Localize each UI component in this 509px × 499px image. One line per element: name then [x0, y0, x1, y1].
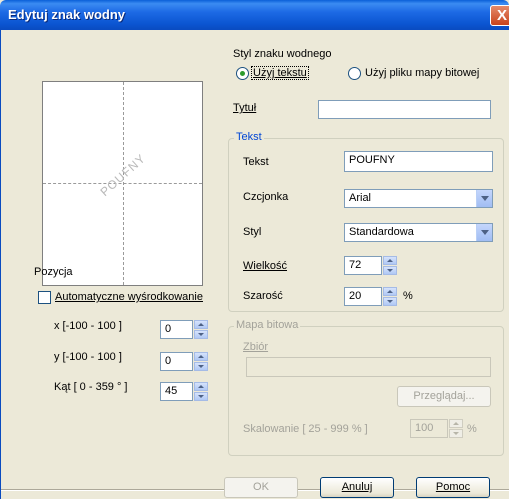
font-label: Czcjonka	[243, 191, 289, 203]
ok-button[interactable]: OK	[224, 477, 298, 498]
font-select-value: Arial	[349, 192, 372, 204]
use-bitmap-radio[interactable]	[348, 67, 361, 80]
gray-spin-down-icon[interactable]	[383, 297, 397, 306]
gray-label: Szarość	[243, 290, 283, 302]
title-bar[interactable]: Edytuj znak wodny X	[0, 0, 509, 30]
style-select[interactable]: Standardowa	[344, 223, 493, 242]
dialog-body: POUFNY Pozycja Automatyczne wyśrodkowani…	[0, 30, 509, 499]
scale-spin-down-icon[interactable]	[449, 429, 463, 438]
size-input[interactable]: 72	[344, 256, 382, 275]
browse-button[interactable]: Przeglądaj...	[397, 386, 491, 407]
style-dropdown-icon[interactable]	[476, 224, 492, 241]
scale-spinner[interactable]	[449, 419, 463, 438]
size-spinner[interactable]	[383, 256, 397, 275]
text-input[interactable]: POUFNY	[344, 151, 493, 172]
gray-spinner[interactable]	[383, 287, 397, 306]
angle-spinner[interactable]	[194, 382, 208, 401]
y-spin-up-icon[interactable]	[194, 352, 208, 361]
x-input[interactable]: 0	[160, 320, 193, 339]
help-button-label: Pomoc	[435, 481, 471, 493]
auto-center-label: Automatyczne wyśrodkowanie	[55, 291, 203, 303]
dialog-window: Edytuj znak wodny X POUFNY Pozycja Autom…	[0, 0, 509, 499]
x-spinner[interactable]	[194, 320, 208, 339]
bitmap-file-input[interactable]	[246, 357, 491, 377]
y-label: y [-100 - 100 ]	[54, 351, 122, 363]
style-label: Styl	[243, 226, 262, 238]
use-bitmap-label[interactable]: Użyj pliku mapy bitowej	[365, 67, 479, 79]
cancel-button-label: Anuluj	[341, 481, 373, 493]
text-label: Tekst	[243, 156, 269, 168]
window-title: Edytuj znak wodny	[8, 7, 126, 22]
y-input[interactable]: 0	[160, 352, 193, 371]
title-field-label: Tytuł	[233, 102, 257, 114]
watermark-preview: POUFNY	[42, 81, 203, 286]
scale-unit: %	[467, 423, 477, 435]
y-spinner[interactable]	[194, 352, 208, 371]
style-select-value: Standardowa	[349, 226, 414, 238]
cancel-button[interactable]: Anuluj	[320, 477, 394, 498]
angle-input[interactable]: 45	[160, 382, 193, 401]
size-spin-up-icon[interactable]	[383, 256, 397, 265]
angle-spin-down-icon[interactable]	[194, 392, 208, 401]
x-label: x [-100 - 100 ]	[54, 320, 122, 332]
x-spin-up-icon[interactable]	[194, 320, 208, 329]
angle-label: Kąt [ 0 - 359 ° ]	[54, 381, 128, 393]
style-heading: Styl znaku wodnego	[233, 48, 332, 60]
position-heading: Pozycja	[34, 266, 73, 278]
title-field-input[interactable]	[318, 100, 491, 119]
use-text-label[interactable]: Użyj tekstu	[251, 66, 309, 80]
close-button[interactable]: X	[490, 5, 509, 26]
scale-label: Skalowanie [ 25 - 999 % ]	[243, 423, 368, 435]
y-spin-down-icon[interactable]	[194, 362, 208, 371]
scale-spin-up-icon[interactable]	[449, 419, 463, 428]
gray-unit: %	[403, 290, 413, 302]
gray-spin-up-icon[interactable]	[383, 287, 397, 296]
gray-input[interactable]: 20	[344, 287, 382, 306]
size-label: Wielkość	[243, 260, 288, 272]
bitmap-file-label: Zbiór	[243, 341, 269, 353]
scale-input[interactable]: 100	[410, 419, 448, 438]
font-dropdown-icon[interactable]	[476, 190, 492, 207]
x-spin-down-icon[interactable]	[194, 330, 208, 339]
font-select[interactable]: Arial	[344, 189, 493, 208]
help-button[interactable]: Pomoc	[416, 477, 490, 498]
size-spin-down-icon[interactable]	[383, 266, 397, 275]
bitmap-group-legend: Mapa bitowa	[234, 319, 301, 331]
use-text-radio[interactable]	[236, 67, 249, 80]
angle-spin-up-icon[interactable]	[194, 382, 208, 391]
text-group-legend: Tekst	[234, 131, 264, 143]
auto-center-checkbox[interactable]	[38, 291, 51, 304]
